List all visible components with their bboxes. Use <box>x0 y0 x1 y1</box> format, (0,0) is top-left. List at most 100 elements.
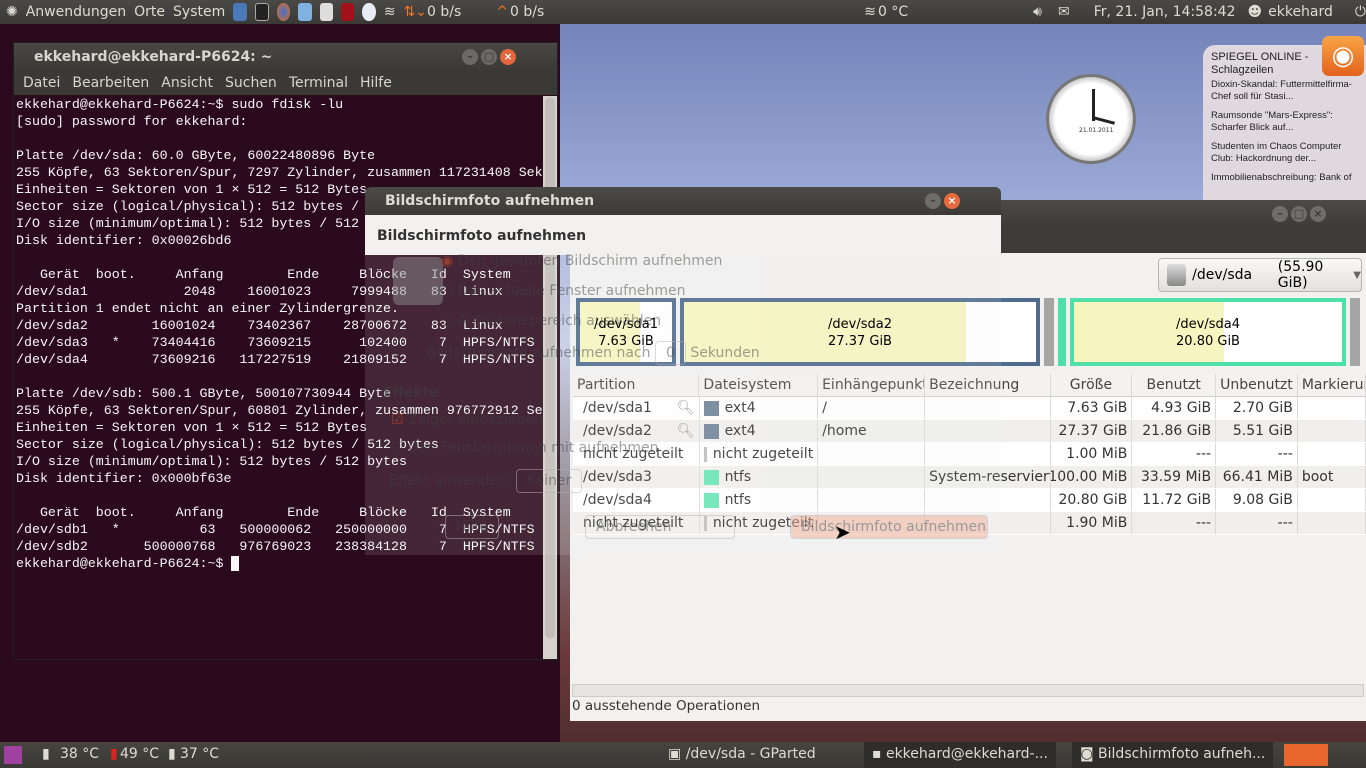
terminal-line: Platte /dev/sda: 60.0 GByte, 60022480896… <box>16 148 376 163</box>
rss-item[interactable]: Dioxin-Skandal: Futtermittelfirma-Chef s… <box>1211 79 1364 103</box>
menu-file[interactable]: Datei <box>23 75 60 91</box>
rss-title: SPIEGEL ONLINE - Schlagzeilen <box>1211 51 1309 76</box>
cell-used: --- <box>1132 512 1217 534</box>
cell-flags <box>1298 489 1366 511</box>
cell-used: 11.72 GiB <box>1132 489 1217 511</box>
cancel-button[interactable]: Abbrechen <box>585 515 735 539</box>
terminal-line: ekkehard@ekkehard-P6624:~$ <box>16 555 542 572</box>
weather-temp[interactable]: 0 °C <box>878 4 908 20</box>
unallocated-block[interactable] <box>1044 298 1054 366</box>
cell-flags: boot <box>1298 466 1366 488</box>
cell-size: 27.37 GiB <box>1051 420 1133 442</box>
terminal-line: 255 Köpfe, 63 Sektoren/Spur, 7297 Zylind… <box>16 165 542 180</box>
mail-icon[interactable]: ✉ <box>1058 4 1070 20</box>
thermometer-icon: ▮ <box>110 746 118 762</box>
column-header[interactable]: Markierungen <box>1298 374 1366 396</box>
take-screenshot-button[interactable]: Bildschirmfoto aufnehmen <box>790 515 988 539</box>
maximize-button[interactable]: □ <box>481 49 497 65</box>
column-header[interactable]: Benutzt <box>1132 374 1217 396</box>
menu-applications[interactable]: Anwendungen <box>26 4 126 20</box>
clock-datetime[interactable]: Fr, 21. Jan, 14:58:42 <box>1094 4 1236 20</box>
effects-heading: Effekte <box>383 385 439 401</box>
help-button[interactable]: Hilfe <box>445 515 499 539</box>
column-header[interactable]: Größe <box>1051 374 1133 396</box>
close-button[interactable]: × <box>1310 206 1326 222</box>
cell-flags <box>1298 420 1366 442</box>
bottom-panel: ▮ 38 °C ▮ 49 °C ▮ 37 °C ▣ /dev/sda - GPa… <box>0 742 1366 768</box>
virtualbox-icon[interactable] <box>233 3 247 21</box>
user-icon[interactable]: ☻ <box>1248 4 1263 20</box>
maximize-button[interactable]: □ <box>1291 206 1307 222</box>
workspace-switcher[interactable] <box>1284 744 1328 766</box>
net-down-icon: ⇅⌄ <box>403 4 428 20</box>
device-name: /dev/sda <box>1192 267 1253 283</box>
effect-row: Effekt anwenden: Keiner <box>389 469 583 493</box>
dialog-heading: Bildschirmfoto aufnehmen <box>365 215 1001 255</box>
close-button[interactable]: × <box>500 49 516 65</box>
terminal-titlebar[interactable]: ekkehard@ekkehard-P6624: ~ – □ × <box>14 43 557 71</box>
clock-date: 21.01.2011 <box>1079 127 1114 134</box>
pidgin-icon[interactable] <box>362 3 376 21</box>
dropdown-arrow-icon: ▼ <box>1353 269 1361 281</box>
dialog-titlebar[interactable]: Bildschirmfoto aufnehmen – × <box>365 187 1001 215</box>
minimize-button[interactable]: – <box>1272 206 1288 222</box>
wifi-icon[interactable]: ≋ <box>384 4 396 20</box>
cell-size: 7.63 GiB <box>1051 397 1133 419</box>
book-icon[interactable] <box>340 3 355 21</box>
radio-current-window[interactable]: ○ Das aktuelle Fenster aufnehmen <box>441 283 686 299</box>
checkbox-include-border[interactable]: ☐ Den Fensterrahmen mit aufnehmen <box>391 440 659 456</box>
ubuntu-logo-icon[interactable]: ✺ <box>6 4 18 20</box>
device-selector[interactable]: /dev/sda (55.90 GiB) ▼ <box>1158 258 1362 292</box>
radio-full-screen[interactable]: ◉ Den gesamten Bildschirm aufnehmen <box>441 253 722 269</box>
minimize-button[interactable]: – <box>462 49 478 65</box>
menu-view[interactable]: Ansicht <box>161 75 213 91</box>
terminal-launcher-icon[interactable] <box>254 3 269 21</box>
screenshot-dialog: Bildschirmfoto aufnehmen – × Bildschirmf… <box>365 187 1001 555</box>
effect-select[interactable]: Keiner <box>516 469 583 493</box>
menu-edit[interactable]: Bearbeiten <box>72 75 149 91</box>
cell-unused: 2.70 GiB <box>1216 397 1298 419</box>
rss-item[interactable]: Studenten im Chaos Computer Club: Hackor… <box>1211 141 1364 165</box>
rss-feed-icon: ◉ <box>1322 36 1364 76</box>
power-icon[interactable]: ⏻ <box>1355 4 1366 20</box>
mouse-pointer-icon: ➤ <box>834 520 851 544</box>
net-down-rate: 0 b/s <box>427 4 462 20</box>
rss-item[interactable]: Raumsonde "Mars-Express": Scharfer Blick… <box>1211 110 1364 134</box>
dialog-body: ◉ Den gesamten Bildschirm aufnehmen ○ Da… <box>365 253 1001 555</box>
rss-item[interactable]: Immobilienabschreibung: Bank of <box>1211 172 1364 184</box>
cell-unused: 5.51 GiB <box>1216 420 1298 442</box>
menu-terminal[interactable]: Terminal <box>289 75 348 91</box>
menu-system[interactable]: System <box>173 4 225 20</box>
hour-hand <box>1092 116 1116 125</box>
terminal-icon: ▪ <box>872 746 882 762</box>
cell-used: 33.59 MiB <box>1132 466 1217 488</box>
cell-unused: --- <box>1216 512 1298 534</box>
cell-flags <box>1298 397 1366 419</box>
user-name[interactable]: ekkehard <box>1268 4 1333 20</box>
show-desktop-icon[interactable] <box>4 746 22 764</box>
screen-share-icon[interactable] <box>298 3 312 21</box>
terminal-line: [sudo] password for ekkehard: <box>16 114 248 129</box>
task-screenshot[interactable]: ◙ Bildschirmfoto aufneh... <box>1072 742 1274 768</box>
gparted-launcher-icon[interactable] <box>319 3 333 21</box>
firefox-icon[interactable] <box>276 3 291 21</box>
cell-used: 4.93 GiB <box>1132 397 1217 419</box>
task-terminal[interactable]: ▪ ekkehard@ekkehard-... <box>864 742 1056 768</box>
camera-icon: ◙ <box>1080 746 1094 762</box>
thermometer-icon: ▮ <box>42 746 50 762</box>
horizontal-scrollbar[interactable] <box>572 684 1364 697</box>
checkbox-include-pointer[interactable]: ☑ Zeiger einbeziehen <box>391 412 543 428</box>
task-gparted[interactable]: ▣ /dev/sda - GParted <box>660 742 824 768</box>
close-button[interactable]: × <box>944 193 960 209</box>
menu-places[interactable]: Orte <box>134 4 165 20</box>
partition-block-sda3[interactable] <box>1058 298 1066 366</box>
menu-help[interactable]: Hilfe <box>360 75 392 91</box>
partition-block-sda4[interactable]: /dev/sda4 20.80 GiB <box>1070 298 1346 366</box>
menu-search[interactable]: Suchen <box>225 75 277 91</box>
unallocated-block[interactable] <box>1350 298 1360 366</box>
weather-icon[interactable]: ≋ <box>864 4 876 20</box>
minimize-button[interactable]: – <box>925 193 941 209</box>
column-header[interactable]: Unbenutzt <box>1216 374 1298 396</box>
volume-icon[interactable]: 🔊︎ <box>1033 4 1042 20</box>
